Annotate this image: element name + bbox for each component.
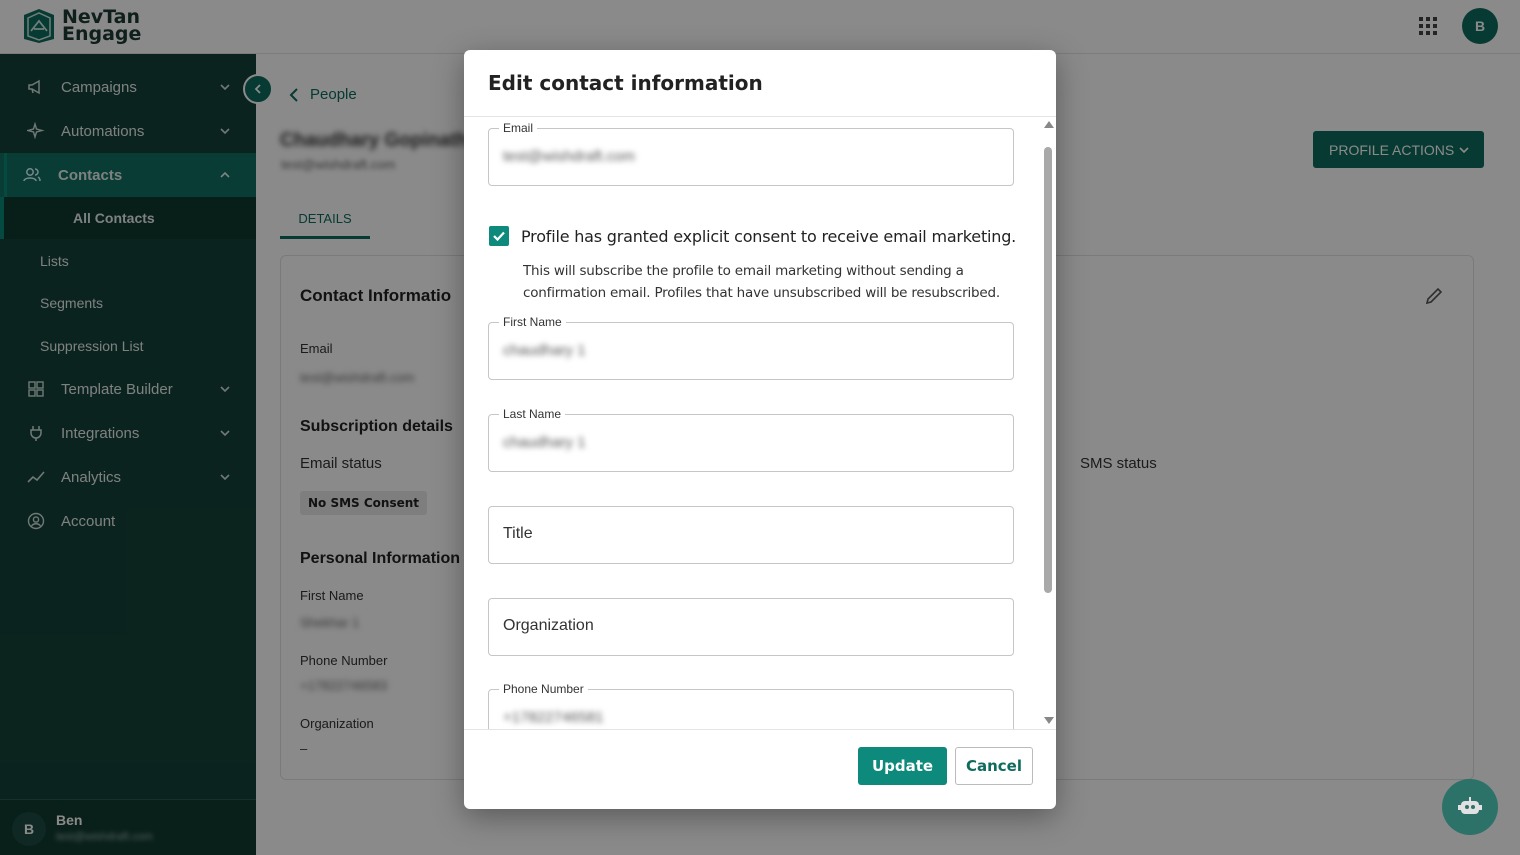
scroll-thumb[interactable] [1044, 147, 1052, 593]
modal-body[interactable]: Email test@wishdraft.com Profile has gra… [464, 116, 1056, 730]
title-field[interactable]: Title [488, 506, 1014, 564]
cancel-button[interactable]: Cancel [955, 747, 1033, 785]
edit-contact-modal: Edit contact information Email test@wish… [464, 50, 1056, 809]
scroll-up-arrow-icon[interactable] [1044, 121, 1054, 128]
last-name-field[interactable]: Last Name chaudhary 1 [488, 407, 1014, 472]
phone-number-field-label: Phone Number [499, 682, 588, 696]
email-field-label: Email [499, 121, 538, 135]
email-consent-checkbox[interactable] [489, 226, 509, 246]
email-field-value: test@wishdraft.com [503, 148, 635, 165]
chatbot-button[interactable] [1442, 779, 1498, 835]
first-name-field[interactable]: First Name chaudhary 1 [488, 315, 1014, 380]
phone-number-field[interactable]: Phone Number +17822746581 [488, 682, 1014, 729]
email-consent-label: Profile has granted explicit consent to … [521, 227, 1017, 246]
email-consent-help: This will subscribe the profile to email… [523, 263, 1000, 301]
phone-number-field-value: +17822746581 [503, 709, 604, 726]
modal-scrollbar[interactable] [1042, 117, 1054, 729]
organization-field[interactable]: Organization [488, 598, 1014, 656]
robot-icon [1458, 797, 1482, 814]
first-name-field-value: chaudhary 1 [503, 342, 586, 359]
last-name-field-label: Last Name [499, 407, 566, 421]
organization-field-placeholder: Organization [503, 617, 594, 634]
first-name-field-label: First Name [499, 315, 566, 329]
update-button[interactable]: Update [858, 747, 947, 785]
scroll-down-arrow-icon[interactable] [1044, 717, 1054, 724]
title-field-placeholder: Title [503, 525, 533, 542]
email-field[interactable]: Email test@wishdraft.com [488, 121, 1014, 186]
modal-title: Edit contact information [488, 71, 763, 95]
last-name-field-value: chaudhary 1 [503, 434, 586, 451]
checkmark-icon [493, 231, 505, 242]
